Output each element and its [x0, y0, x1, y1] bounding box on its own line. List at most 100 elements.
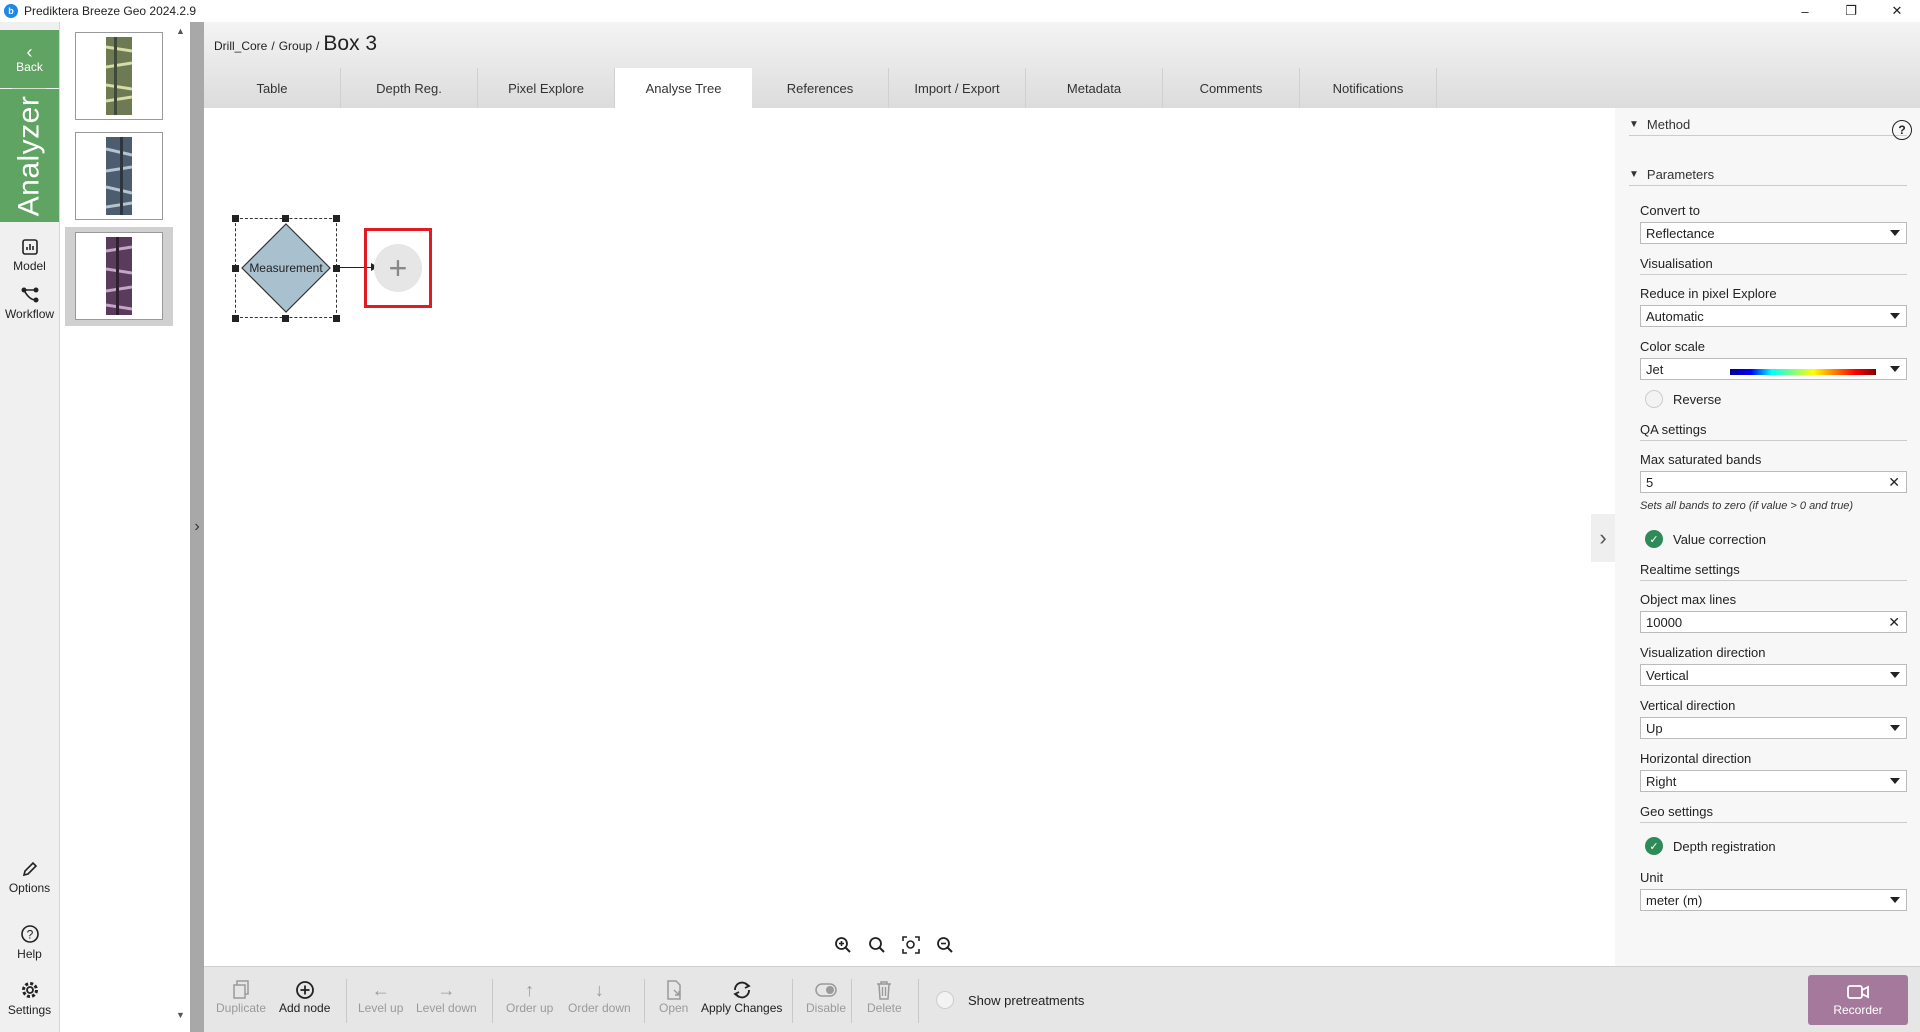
thumbnail-2[interactable]	[75, 132, 163, 220]
disable-button[interactable]: Disable	[806, 979, 846, 1015]
delete-label: Delete	[867, 1001, 902, 1015]
tab-references[interactable]: References	[752, 68, 889, 108]
dropdown-arrow-icon	[1890, 778, 1900, 784]
close-window-button[interactable]: ✕	[1874, 0, 1920, 22]
help-icon[interactable]: ?	[1892, 120, 1912, 140]
open-label: Open	[659, 1001, 689, 1015]
resize-handle[interactable]	[232, 315, 239, 322]
add-node-label: Add node	[279, 1001, 331, 1015]
horizontal-direction-select[interactable]: Right	[1640, 770, 1907, 792]
nav-help[interactable]: ? Help	[0, 924, 59, 961]
tab-depth-reg[interactable]: Depth Reg.	[341, 68, 478, 108]
tab-metadata[interactable]: Metadata	[1026, 68, 1163, 108]
visualisation-group: Visualisation	[1640, 256, 1907, 275]
svg-text:?: ?	[26, 928, 33, 942]
thumbnail-3[interactable]	[75, 232, 163, 320]
resize-handle[interactable]	[282, 315, 289, 322]
show-pretreatments-checkbox[interactable]: Show pretreatments	[936, 991, 1084, 1009]
back-button[interactable]: ‹ Back	[0, 30, 59, 88]
dropdown-arrow-icon	[1890, 366, 1900, 372]
reduce-label: Reduce in pixel Explore	[1640, 286, 1777, 301]
unit-select[interactable]: meter (m)	[1640, 889, 1907, 911]
vertical-direction-select[interactable]: Up	[1640, 717, 1907, 739]
toolbar-divider	[492, 979, 493, 1023]
method-section-header[interactable]: ▼ Method	[1629, 114, 1907, 136]
qa-settings-group: QA settings	[1640, 422, 1907, 441]
depth-registration-checkbox[interactable]: ✓ Depth registration	[1645, 837, 1776, 855]
open-button[interactable]: Open	[659, 979, 688, 1015]
window-controls: – ❐ ✕	[1782, 0, 1920, 22]
trash-icon	[876, 979, 892, 1001]
analyzer-label: Analyzer	[12, 95, 46, 216]
level-down-button[interactable]: → Level down	[416, 979, 477, 1016]
convert-to-label: Convert to	[1640, 203, 1700, 218]
zoom-controls	[832, 934, 956, 956]
checkbox-circle	[936, 991, 954, 1009]
thumbnail-1[interactable]	[75, 32, 163, 120]
tab-import-export[interactable]: Import / Export	[889, 68, 1026, 108]
analyzer-tab[interactable]: Analyzer	[0, 89, 59, 222]
visualization-direction-select[interactable]: Vertical	[1640, 664, 1907, 686]
zoom-out-icon[interactable]	[934, 934, 956, 956]
checkbox-circle	[1645, 390, 1663, 408]
panel-splitter[interactable]: ›	[190, 22, 204, 1032]
convert-to-select[interactable]: Reflectance	[1640, 222, 1907, 244]
zoom-icon[interactable]	[866, 934, 888, 956]
tab-pixel-explore[interactable]: Pixel Explore	[478, 68, 615, 108]
apply-changes-button[interactable]: Apply Changes	[701, 979, 782, 1015]
recorder-button[interactable]: Recorder	[1808, 975, 1908, 1025]
parameters-section-header[interactable]: ▼ Parameters	[1629, 164, 1907, 186]
tab-table[interactable]: Table	[204, 68, 341, 108]
zoom-in-icon[interactable]	[832, 934, 854, 956]
clear-icon[interactable]: ✕	[1888, 614, 1900, 631]
collapse-panel-chevron-icon[interactable]: ›	[1591, 514, 1615, 562]
add-node-plus-icon[interactable]: +	[374, 244, 422, 292]
minimize-button[interactable]: –	[1782, 0, 1828, 22]
nav-settings[interactable]: Settings	[0, 980, 59, 1017]
nav-model-label: Model	[13, 259, 46, 273]
arrow-up-icon: ↑	[525, 979, 535, 1000]
dropdown-arrow-icon	[1890, 230, 1900, 236]
breadcrumb: Drill_Core / Group / Box 3	[214, 32, 377, 56]
level-up-button[interactable]: ← Level up	[358, 979, 403, 1016]
tab-comments[interactable]: Comments	[1163, 68, 1300, 108]
order-up-button[interactable]: ↑ Order up	[506, 979, 553, 1016]
max-saturated-bands-input[interactable]: 5 ✕	[1640, 471, 1907, 493]
order-down-button[interactable]: ↓ Order down	[568, 979, 631, 1016]
jet-color-gradient	[1730, 369, 1876, 375]
value-correction-checkbox[interactable]: ✓ Value correction	[1645, 530, 1766, 548]
analyse-tree-canvas[interactable]: Measurement + ›	[204, 108, 1615, 966]
object-max-lines-input[interactable]: 10000 ✕	[1640, 611, 1907, 633]
max-sat-value: 5	[1646, 474, 1654, 490]
add-node-button[interactable]: Add node	[279, 979, 330, 1015]
nav-options-label: Options	[8, 881, 51, 895]
clear-icon[interactable]: ✕	[1888, 474, 1900, 491]
tab-notifications[interactable]: Notifications	[1300, 68, 1437, 108]
resize-handle[interactable]	[333, 215, 340, 222]
nav-options[interactable]: Options	[0, 860, 59, 895]
breadcrumb-root[interactable]: Drill_Core	[214, 39, 267, 53]
resize-handle[interactable]	[232, 215, 239, 222]
delete-button[interactable]: Delete	[867, 979, 902, 1015]
nav-model[interactable]: Model	[0, 238, 59, 273]
left-nav: ‹ Back Analyzer Model Workflow Options ?…	[0, 22, 60, 1032]
workflow-icon	[21, 287, 38, 303]
apply-changes-label: Apply Changes	[701, 1001, 783, 1015]
duplicate-button[interactable]: Duplicate	[216, 979, 266, 1015]
zoom-fit-icon[interactable]	[900, 934, 922, 956]
breadcrumb-group[interactable]: Group	[279, 39, 312, 53]
scroll-up-arrow[interactable]: ▲	[176, 26, 185, 36]
restore-button[interactable]: ❐	[1828, 0, 1874, 22]
reverse-checkbox[interactable]: Reverse	[1645, 390, 1721, 408]
tab-analyse-tree[interactable]: Analyse Tree	[615, 68, 752, 109]
scroll-down-arrow[interactable]: ▼	[176, 1010, 185, 1020]
add-child-node-highlight[interactable]: +	[364, 228, 432, 308]
nav-workflow[interactable]: Workflow	[0, 286, 59, 321]
reduce-select[interactable]: Automatic	[1640, 305, 1907, 327]
resize-handle[interactable]	[282, 215, 289, 222]
resize-handle[interactable]	[333, 315, 340, 322]
video-camera-icon	[1847, 984, 1869, 1003]
properties-panel: ▼ Method ? ▼ Parameters Convert to Refle…	[1615, 108, 1920, 966]
chart-icon	[21, 239, 38, 255]
reduce-value: Automatic	[1646, 308, 1704, 324]
